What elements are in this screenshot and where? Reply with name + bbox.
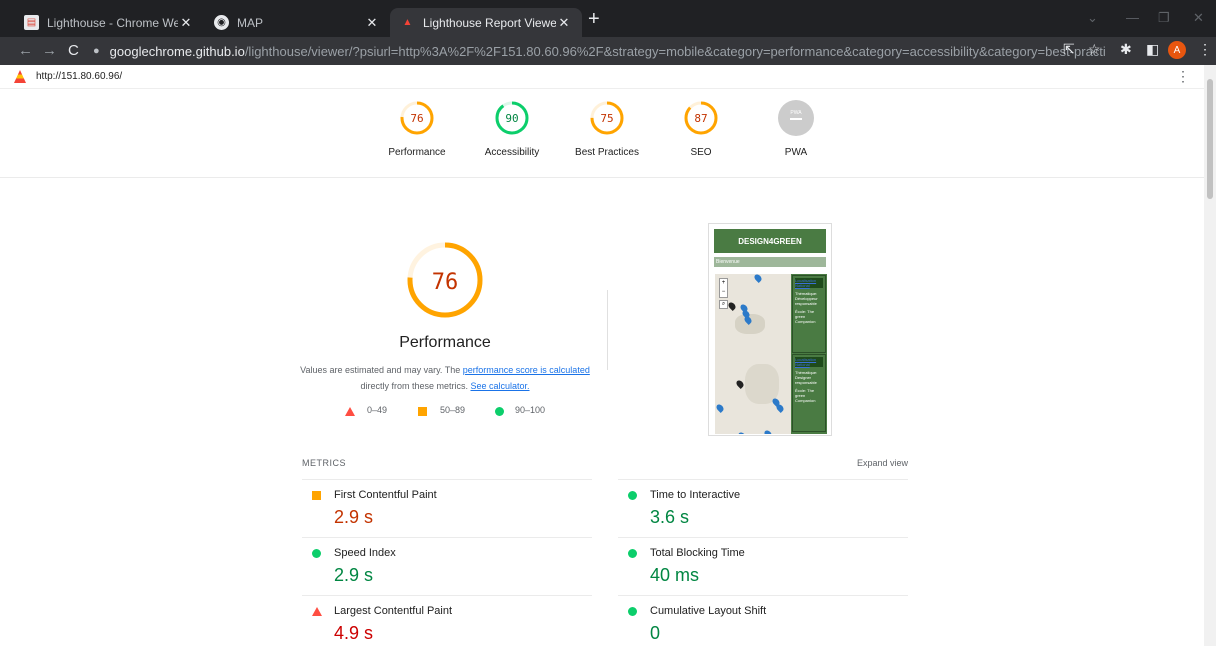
metrics-label: METRICS [302,458,346,468]
gauge-seo[interactable]: 87 SEO [651,100,751,158]
section-divider [607,290,608,370]
svg-text:87: 87 [694,112,707,125]
search-icon: ⌕ [719,300,728,309]
fail-triangle-icon [312,607,322,616]
globe-icon: ◉ [214,15,229,30]
svg-text:76: 76 [432,270,459,295]
tab-lighthouse-report-viewer[interactable]: ▲ Lighthouse Report Viewer ✕ [390,8,582,37]
close-icon[interactable]: ✕ [364,15,380,31]
restore-button[interactable]: ❐ [1158,10,1170,26]
tab-chrome-web-store[interactable]: ▤ Lighthouse - Chrome Web Store ✕ [14,8,204,37]
screenshot-sidebar: Localisation National Thématique: Dévelo… [791,274,827,434]
bookmark-star-icon[interactable]: ☆ [1088,41,1101,58]
metrics-header: METRICS Expand view [302,458,908,472]
performance-gauge-large: 76 [407,242,483,318]
share-icon[interactable]: ⇱ [1063,41,1075,58]
screenshot-welcome: Bienvenue [714,257,826,267]
metric-cumulative-layout-shift: Cumulative Layout Shift 0 [618,595,908,652]
gauge-accessibility[interactable]: 90 Accessibility [462,100,562,158]
score-legend: 0–49 50–89 90–100 [345,405,565,419]
screenshot-card: Localisation National Thématique: Design… [792,354,826,432]
average-square-icon [418,407,427,416]
performance-title: Performance [399,334,491,351]
page-scrollbar[interactable] [1204,65,1216,646]
report-topbar: http://151.80.60.96/ ⋮ [0,65,1204,89]
screenshot-site-header: DESIGN4GREEN [714,229,826,253]
side-panel-icon[interactable]: ◧ [1146,41,1159,58]
chrome-web-store-icon: ▤ [24,15,39,30]
category-gauges: 76 Performance 90 Accessibility 75 Best … [0,90,1204,178]
new-tab-button[interactable]: + [588,9,600,29]
lighthouse-icon: ▲ [402,17,413,28]
pass-circle-icon [628,491,637,500]
metric-time-to-interactive: Time to Interactive 3.6 s [618,479,908,536]
chevron-down-icon[interactable]: ⌄ [1087,10,1098,26]
metric-total-blocking-time: Total Blocking Time 40 ms [618,537,908,594]
see-calculator-link[interactable]: See calculator. [470,381,529,391]
metric-first-contentful-paint: First Contentful Paint 2.9 s [302,479,592,536]
metric-speed-index: Speed Index 2.9 s [302,537,592,594]
address-bar[interactable]: ● googlechrome.github.io/lighthouse/view… [93,39,1105,63]
close-icon[interactable]: ✕ [178,15,194,31]
map-pin-icon [753,274,763,283]
browser-tab-strip: ▤ Lighthouse - Chrome Web Store ✕ ◉ MAP … [0,0,1216,37]
zoom-controls: + − [719,278,728,298]
performance-score-link[interactable]: performance score is calculated [463,365,590,375]
more-options-icon[interactable]: ⋮ [1176,68,1190,85]
back-icon[interactable]: ← [18,42,33,60]
svg-text:PWA: PWA [790,110,802,116]
gauge-pwa[interactable]: PWA PWA [746,100,846,158]
lighthouse-logo-icon [14,70,26,83]
map-pin-icon [715,403,725,413]
final-screenshot[interactable]: DESIGN4GREEN Bienvenue + − ⌕ Localisation… [708,223,832,436]
map-pin-icon [735,379,745,389]
browser-menu-icon[interactable]: ⋮ [1198,41,1212,58]
pass-circle-icon [495,407,504,416]
performance-summary: 76 Performance Values are estimated and … [300,240,590,394]
svg-text:75: 75 [600,112,613,125]
svg-text:76: 76 [410,112,423,125]
profile-avatar[interactable]: A [1168,41,1186,59]
browser-toolbar: ← → C ● googlechrome.github.io/lighthous… [0,37,1216,65]
average-square-icon [312,491,321,500]
scrollbar-thumb[interactable] [1207,79,1213,199]
performance-description: Values are estimated and may vary. The p… [300,365,590,391]
lock-icon: ● [93,45,100,57]
map-pin-icon [775,403,785,413]
close-icon[interactable]: ✕ [556,15,572,31]
gauge-performance[interactable]: 76 Performance [367,100,467,158]
pass-circle-icon [628,549,637,558]
metric-largest-contentful-paint: Largest Contentful Paint 4.9 s [302,595,592,652]
expand-view-toggle[interactable]: Expand view [857,458,908,468]
pass-circle-icon [312,549,321,558]
pass-circle-icon [628,607,637,616]
gauge-best-practices[interactable]: 75 Best Practices [557,100,657,158]
map-pin-icon [763,429,773,434]
map-pin-icon [727,301,737,311]
forward-icon[interactable]: → [42,42,57,60]
svg-text:90: 90 [505,112,518,125]
report-url: http://151.80.60.96/ [36,71,123,82]
window-close-button[interactable]: ✕ [1193,10,1204,26]
map-pin-icon [737,431,747,434]
screenshot-card: Localisation National Thématique: Dévelo… [792,275,826,353]
reload-icon[interactable]: C [68,42,79,60]
tab-map[interactable]: ◉ MAP ✕ [204,8,390,37]
extensions-icon[interactable]: ✱ [1120,41,1132,58]
screenshot-map: + − ⌕ [715,274,791,434]
fail-triangle-icon [345,407,355,416]
minimize-button[interactable]: — [1126,10,1139,25]
